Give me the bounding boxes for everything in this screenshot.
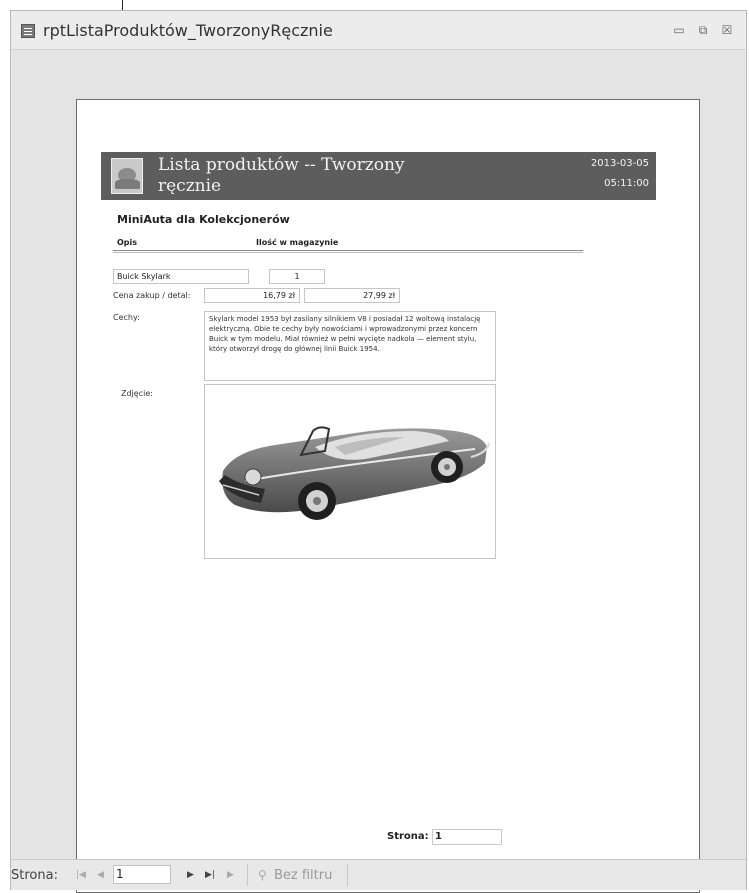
last-page-button[interactable]: ▶| bbox=[205, 870, 215, 880]
filter-toggle[interactable]: Bez filtru bbox=[274, 868, 332, 883]
new-page-button[interactable]: ▶ bbox=[227, 870, 234, 880]
product-photo bbox=[204, 384, 496, 559]
features-label: Cechy: bbox=[113, 313, 140, 322]
close-button[interactable]: ☒ bbox=[719, 23, 735, 37]
next-page-button[interactable]: ▶ bbox=[187, 870, 194, 880]
column-header-description: Opis bbox=[117, 238, 138, 247]
report-title: Lista produktów -- Tworzony ręcznie bbox=[158, 155, 405, 196]
price-label: Cena zakup / detal: bbox=[113, 291, 191, 300]
maximize-button[interactable]: ⧉ bbox=[695, 23, 711, 37]
report-window: rptListaProduktów_TworzonyRęcznie ▭ ⧉ ☒ … bbox=[10, 10, 747, 893]
koala-logo-icon bbox=[111, 158, 143, 194]
navigator-divider-2 bbox=[347, 864, 348, 886]
page-footer-number: 1 bbox=[432, 829, 502, 845]
report-header: Lista produktów -- Tworzony ręcznie 2013… bbox=[101, 152, 656, 200]
report-area[interactable]: Lista produktów -- Tworzony ręcznie 2013… bbox=[12, 50, 745, 893]
purchase-price: 16,79 zł bbox=[263, 291, 295, 300]
stock-value: 1 bbox=[294, 272, 300, 281]
page-navigator: Strona: |◀ ◀ 1 ▶ ▶| ▶ ⚲ Bez filtru bbox=[11, 859, 746, 890]
purchase-price-field: 16,79 zł bbox=[204, 288, 300, 303]
navigator-divider bbox=[247, 864, 248, 886]
stock-field: 1 bbox=[269, 269, 325, 284]
column-header-stock: Ilość w magazynie bbox=[256, 238, 339, 247]
page-footer-label: Strona: bbox=[387, 831, 429, 842]
features-text: Skylark model 1953 był zasilany silnikie… bbox=[204, 311, 496, 381]
page-number-input[interactable]: 1 bbox=[113, 865, 171, 884]
report-time: 05:11:00 bbox=[604, 178, 649, 189]
photo-label: Zdjęcie: bbox=[121, 389, 153, 398]
header-rule-light bbox=[113, 252, 583, 253]
report-icon bbox=[21, 24, 35, 38]
car-image bbox=[219, 426, 490, 520]
report-date: 2013-03-05 bbox=[590, 158, 649, 169]
filter-icon: ⚲ bbox=[258, 868, 267, 882]
retail-price: 27,99 zł bbox=[363, 291, 395, 300]
minimize-button[interactable]: ▭ bbox=[671, 23, 687, 37]
report-page: Lista produktów -- Tworzony ręcznie 2013… bbox=[76, 99, 700, 893]
first-page-button[interactable]: |◀ bbox=[76, 870, 86, 880]
title-bar: rptListaProduktów_TworzonyRęcznie ▭ ⧉ ☒ bbox=[11, 11, 746, 50]
previous-page-button[interactable]: ◀ bbox=[97, 870, 104, 880]
company-name: MiniAuta dla Kolekcjonerów bbox=[117, 213, 290, 226]
navigator-label: Strona: bbox=[11, 868, 58, 883]
window-title: rptListaProduktów_TworzonyRęcznie bbox=[43, 21, 333, 40]
product-name-field: Buick Skylark bbox=[113, 269, 249, 284]
header-rule bbox=[113, 250, 583, 251]
retail-price-field: 27,99 zł bbox=[304, 288, 400, 303]
product-name: Buick Skylark bbox=[117, 272, 171, 281]
